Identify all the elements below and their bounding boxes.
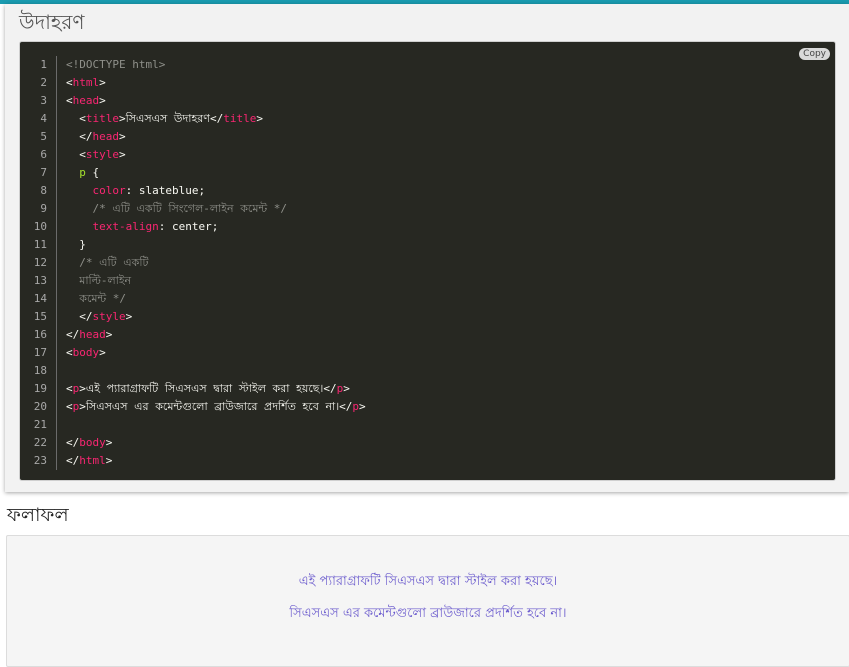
code-line: </body> — [66, 436, 113, 449]
css-comment: কমেন্ট */ — [79, 292, 126, 305]
code-line: <!DOCTYPE html> — [66, 56, 825, 74]
tag-name: head — [92, 130, 120, 143]
line-number: 5 — [40, 130, 47, 143]
code-line: /* এটি একটি — [66, 254, 825, 272]
line-number-gutter: 1 2 3 4 5 6 7 8 9 10 11 12 13 14 15 16 1… — [20, 56, 57, 470]
line-number: 12 — [33, 256, 47, 269]
tag-name: html — [79, 454, 106, 467]
tag-name: head — [79, 328, 106, 341]
code-line: text-align: center; — [92, 220, 219, 233]
example-card: উদাহরণ Copy 1 2 3 4 5 6 7 8 9 10 11 12 1… — [5, 4, 849, 492]
css-selector: p — [79, 166, 86, 179]
line-number: 19 — [33, 382, 47, 395]
code-line: </html> — [66, 454, 113, 467]
line-number: 11 — [33, 238, 47, 251]
line-number: 8 — [40, 184, 47, 197]
result-paragraph-1: এই প্যারাগ্রাফটি সিএসএস দ্বারা স্টাইল কর… — [298, 574, 558, 589]
css-value: slateblue; — [138, 184, 206, 197]
tag-name: head — [72, 94, 100, 107]
code-line: <style> — [79, 148, 126, 161]
tag-name: html — [72, 76, 100, 89]
line-number: 4 — [40, 112, 47, 125]
css-comment: /* এটি একটি — [79, 256, 149, 269]
code-line: মাল্টি-লাইন — [66, 272, 825, 290]
code-line: <title>সিএসএস উদাহরণ</title> — [79, 112, 263, 125]
line-number: 23 — [33, 454, 47, 467]
result-paragraph-2: সিএসএস এর কমেন্টগুলো ব্রাউজারে প্রদর্শিত… — [289, 606, 567, 621]
tag-name: title — [85, 112, 119, 125]
code-line: </head> — [79, 130, 126, 143]
css-comment: /* এটি একটি সিংগেল-লাইন কমেন্ট */ — [92, 202, 287, 215]
line-number: 2 — [40, 76, 47, 89]
code-line: কমেন্ট */ — [66, 290, 825, 308]
code-line: } — [79, 238, 86, 251]
line-number: 20 — [33, 400, 47, 413]
tag-name: body — [79, 436, 106, 449]
tag-name: body — [72, 346, 100, 359]
code-content[interactable]: <!DOCTYPE html> <html> <head> <title>সিএ… — [66, 56, 825, 470]
line-number: 18 — [33, 364, 47, 377]
tag-name: title — [223, 112, 257, 125]
line-number: 6 — [40, 148, 47, 161]
line-number: 21 — [33, 418, 47, 431]
result-heading: ফলাফল — [7, 504, 69, 526]
line-number: 3 — [40, 94, 47, 107]
code-line: <p>এই প্যারাগ্রাফটি সিএসএস দ্বারা স্টাইল… — [66, 382, 350, 395]
css-value: center; — [171, 220, 219, 233]
paragraph-text: এই প্যারাগ্রাফটি সিএসএস দ্বারা স্টাইল কর… — [85, 382, 324, 395]
css-comment: মাল্টি-লাইন — [79, 274, 132, 287]
result-output-box: এই প্যারাগ্রাফটি সিএসএস দ্বারা স্টাইল কর… — [6, 535, 849, 667]
code-line: <p>সিএসএস এর কমেন্টগুলো ব্রাউজারে প্রদর্… — [66, 400, 366, 413]
code-editor[interactable]: Copy 1 2 3 4 5 6 7 8 9 10 11 12 13 14 15… — [20, 42, 835, 480]
line-number: 9 — [40, 202, 47, 215]
css-property: text-align — [92, 220, 159, 233]
tag-name: style — [92, 310, 126, 323]
code-line: </style> — [79, 310, 133, 323]
css-property: color — [92, 184, 126, 197]
line-number: 22 — [33, 436, 47, 449]
example-title: উদাহরণ — [19, 10, 85, 34]
code-line: <html> — [66, 76, 106, 89]
line-number: 13 — [33, 274, 47, 287]
line-number: 15 — [33, 310, 47, 323]
tag-name: style — [85, 148, 119, 161]
code-line: <head> — [66, 94, 106, 107]
line-number: 1 — [40, 58, 47, 71]
line-number: 7 — [40, 166, 47, 179]
code-line: <body> — [66, 346, 106, 359]
line-number: 10 — [33, 220, 47, 233]
doctype-token: <!DOCTYPE html> — [66, 58, 166, 71]
line-number: 16 — [33, 328, 47, 341]
line-number: 17 — [33, 346, 47, 359]
code-line: </head> — [66, 328, 113, 341]
code-line: p { — [79, 166, 100, 179]
line-number: 14 — [33, 292, 47, 305]
code-line: /* এটি একটি সিংগেল-লাইন কমেন্ট */ — [66, 200, 825, 218]
paragraph-text: সিএসএস এর কমেন্টগুলো ব্রাউজারে প্রদর্শিত… — [85, 400, 340, 413]
title-text: সিএসএস উদাহরণ — [125, 112, 210, 125]
code-line: color: slateblue; — [92, 184, 206, 197]
